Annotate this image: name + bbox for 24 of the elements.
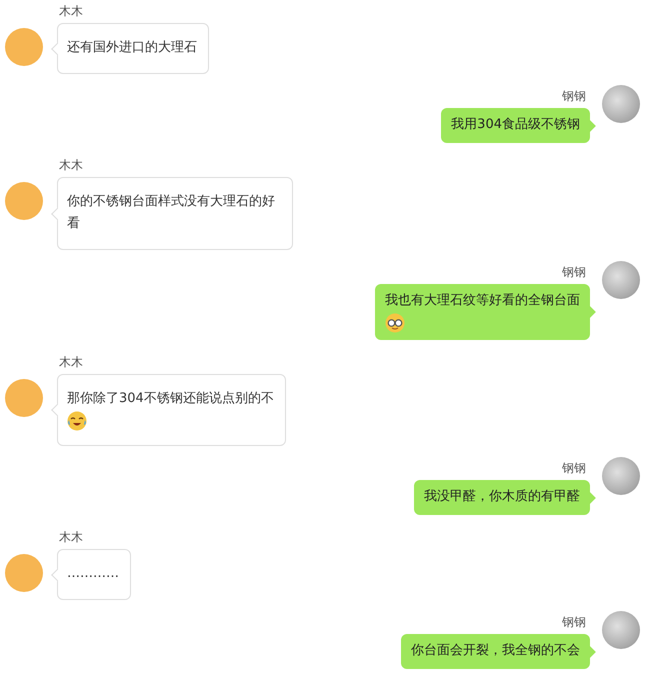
avatar <box>5 28 43 66</box>
message-text: 我用304食品级不锈钢 <box>451 117 580 132</box>
avatar <box>5 182 43 220</box>
sender-name: 木木 <box>59 529 84 545</box>
sender-name: 木木 <box>59 354 84 370</box>
sender-name: 木木 <box>59 157 84 173</box>
avatar <box>5 554 43 592</box>
sender-name: 钢钢 <box>561 264 586 280</box>
sender-name: 钢钢 <box>561 88 586 104</box>
message-text: 你台面会开裂，我全钢的不会 <box>411 643 580 658</box>
avatar <box>5 379 43 417</box>
sender-name: 木木 <box>59 3 84 19</box>
avatar <box>602 611 640 649</box>
message-text: 你的不锈钢台面样式没有大理石的好看 <box>67 194 275 231</box>
message-text: ………… <box>67 566 119 581</box>
message-text: 还有国外进口的大理石 <box>67 40 197 55</box>
message-text: 那你除了304不锈钢还能说点别的不 <box>67 391 274 406</box>
avatar <box>602 457 640 495</box>
sender-name: 钢钢 <box>561 614 586 630</box>
message-text: 我没甲醛，你木质的有甲醛 <box>424 489 580 504</box>
avatar <box>602 85 640 123</box>
sender-name: 钢钢 <box>561 460 586 476</box>
message-text: 我也有大理石纹等好看的全钢台面 <box>385 293 580 308</box>
avatar <box>602 261 640 299</box>
